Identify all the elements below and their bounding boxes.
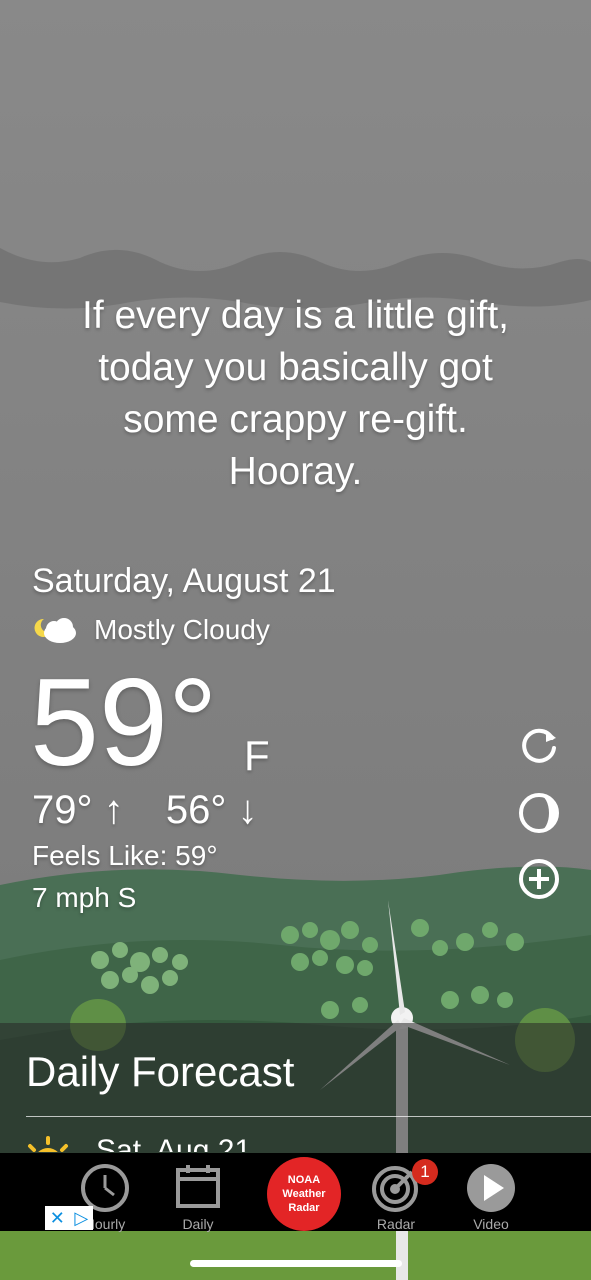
tab-label: Daily <box>182 1216 214 1232</box>
low-temp: 56° ↓ <box>165 788 258 832</box>
add-location-icon[interactable] <box>516 856 562 902</box>
grass-field <box>0 1228 591 1280</box>
quote-line: Hooray. <box>228 450 363 493</box>
refresh-icon[interactable] <box>516 722 562 768</box>
quote-line: some crappy re-gift. <box>123 398 468 441</box>
ad-choices-badge[interactable]: ✕ ▷ <box>45 1206 93 1230</box>
quote-line: If every day is a little gift, <box>81 294 509 337</box>
wind-speed: 7 mph S <box>32 882 137 913</box>
high-low-row: 79° ↑ 56° ↓ <box>32 788 257 833</box>
tab-daily[interactable]: Daily <box>148 1153 248 1232</box>
feels-like: Feels Like: 59° <box>32 840 218 871</box>
home-indicator[interactable] <box>190 1260 402 1267</box>
forecast-day-label: Sat, Aug 21 <box>96 1134 252 1152</box>
tab-label: Video <box>473 1216 509 1232</box>
current-temperature: 59° <box>30 654 218 792</box>
notification-badge: 1 <box>412 1159 438 1185</box>
close-icon[interactable]: ✕ <box>50 1208 65 1229</box>
ad-choices-icon[interactable]: ▷ <box>74 1208 88 1229</box>
tab-label: Radar <box>376 1216 416 1232</box>
condition-text: Mostly Cloudy <box>94 614 270 645</box>
current-date: Saturday, August 21 <box>32 562 336 600</box>
temperature-unit[interactable]: F <box>244 732 270 780</box>
snarky-quote: If every day is a little gift, today you… <box>40 290 551 498</box>
tab-noaa-radar[interactable]: NOAA Weather Radar <box>253 1153 353 1231</box>
daily-forecast-title: Daily Forecast <box>26 1048 295 1095</box>
calendar-icon <box>176 1165 220 1208</box>
tab-radar[interactable]: 1 Radar <box>346 1153 446 1232</box>
high-temp: 79° ↑ <box>32 788 124 832</box>
sun-icon <box>28 1136 68 1152</box>
noaa-radar-badge: NOAA Weather Radar <box>267 1157 341 1231</box>
divider <box>26 1116 591 1117</box>
partly-cloudy-night-icon <box>34 618 76 643</box>
play-icon <box>467 1164 515 1212</box>
condition-row: Mostly Cloudy <box>32 612 270 648</box>
quote-line: today you basically got <box>98 346 493 389</box>
forecast-row[interactable]: Sat, Aug 21 <box>0 1122 591 1152</box>
tab-video[interactable]: Video <box>441 1153 541 1232</box>
moon-phase-icon[interactable] <box>516 790 562 836</box>
